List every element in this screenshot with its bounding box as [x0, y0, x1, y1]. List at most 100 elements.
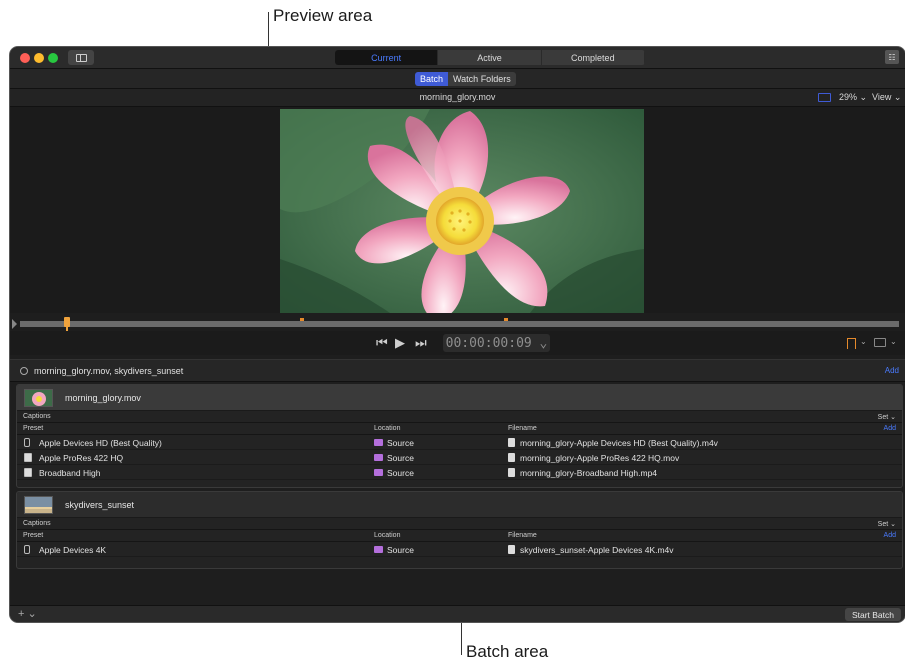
batch-group-header[interactable]: morning_glory.mov, skydivers_sunset Add [10, 360, 905, 382]
sidebar-toggle-button[interactable] [68, 50, 94, 65]
tab-completed[interactable]: Completed [542, 50, 645, 65]
captions-label: Captions [23, 520, 51, 527]
preset-name: Apple Devices 4K [39, 545, 107, 555]
inspector-toggle-icon: ☷ [888, 52, 896, 62]
apple-device-icon [24, 438, 30, 447]
output-filename[interactable]: morning_glory-Apple Devices HD (Best Qua… [520, 438, 718, 448]
scrubber-track[interactable] [20, 321, 899, 327]
play-icon[interactable]: ▶ [395, 336, 405, 350]
preset-name: Apple ProRes 422 HQ [39, 453, 124, 463]
output-row[interactable]: Apple Devices 4K Source skydivers_sunset… [17, 542, 902, 557]
sidebar-toggle-icon [75, 53, 87, 62]
prores-icon [24, 453, 32, 462]
tab-current[interactable]: Current [335, 50, 439, 65]
broadband-icon [24, 468, 32, 477]
marker-icon[interactable] [847, 338, 856, 349]
batch-group-title: morning_glory.mov, skydivers_sunset [34, 366, 184, 376]
output-row[interactable]: Apple ProRes 422 HQ Source morning_glory… [17, 450, 902, 465]
start-batch-button[interactable]: Start Batch [844, 608, 901, 621]
tab-active[interactable]: Active [438, 50, 542, 65]
view-tabs: Current Active Completed [335, 50, 645, 65]
job-name: skydivers_sunset [65, 500, 135, 510]
batch-area: morning_glory.mov, skydivers_sunset Add … [10, 359, 905, 605]
job-thumbnail [24, 389, 53, 407]
add-output-button[interactable]: Add [884, 532, 896, 539]
folder-icon [374, 454, 383, 461]
scrubber-start-icon [12, 319, 17, 329]
split-view-icon[interactable] [818, 93, 831, 102]
job-name: morning_glory.mov [65, 393, 141, 403]
add-output-button[interactable]: Add [884, 425, 896, 432]
callout-preview-area: Preview area [273, 6, 373, 25]
location-name[interactable]: Source [387, 545, 414, 555]
output-column-headers: Preset Location Filename Add [17, 423, 902, 435]
location-name[interactable]: Source [387, 468, 414, 478]
callout-batch-area: Batch area [466, 642, 549, 661]
add-job-button[interactable]: Add [885, 366, 899, 375]
minimize-window-button[interactable] [34, 53, 44, 63]
folder-icon [374, 439, 383, 446]
job-header[interactable]: morning_glory.mov [17, 385, 902, 411]
location-header: Location [374, 425, 401, 432]
location-header: Location [374, 532, 401, 539]
transport-controls: ⏮ ▶ ⏭ 00:00:00:09 ⌄ ⌄ ⌄ [10, 331, 905, 355]
preset-header: Preset [23, 425, 44, 432]
folder-icon [374, 469, 383, 476]
batch-mode-button[interactable]: Batch [415, 72, 449, 86]
compressor-window: Current Active Completed ☷ Batch Watch F… [10, 47, 905, 622]
output-row[interactable]: Broadband High Source morning_glory-Broa… [17, 465, 902, 480]
file-icon [508, 453, 515, 462]
display-icon[interactable] [874, 338, 886, 347]
location-name[interactable]: Source [387, 453, 414, 463]
job-thumbnail [24, 496, 53, 514]
mode-bar: Batch Watch Folders [10, 69, 905, 89]
filename-header: Filename [508, 425, 537, 432]
output-row[interactable]: Apple Devices HD (Best Quality) Source m… [17, 435, 902, 450]
captions-set-menu[interactable]: Set ⌄ [878, 413, 896, 421]
zoom-menu[interactable]: 29% ⌄ [839, 92, 867, 103]
preset-name: Broadband High [39, 468, 101, 478]
preview-area [10, 107, 905, 313]
folder-icon [374, 546, 383, 553]
view-menu[interactable]: View ⌄ [872, 92, 901, 103]
inspector-toggle-button[interactable]: ☷ [885, 50, 899, 64]
previous-frame-icon[interactable]: ⏮ [376, 336, 388, 350]
zoom-window-button[interactable] [48, 53, 58, 63]
job-header[interactable]: skydivers_sunset [17, 492, 902, 518]
location-name[interactable]: Source [387, 438, 414, 448]
filename-header: Filename [508, 532, 537, 539]
apple-device-icon [24, 545, 30, 554]
close-window-button[interactable] [20, 53, 30, 63]
file-icon [508, 468, 515, 477]
add-menu-button[interactable]: + ⌄ [18, 607, 37, 620]
job-morning-glory[interactable]: morning_glory.mov Captions Set ⌄ Preset … [16, 384, 903, 488]
captions-row: Captions Set ⌄ [17, 411, 902, 423]
lotus-flower-image [280, 109, 644, 313]
video-preview [280, 109, 644, 313]
timecode-display[interactable]: 00:00:00:09 ⌄ [443, 334, 550, 352]
output-filename[interactable]: morning_glory-Broadband High.mp4 [520, 468, 657, 478]
output-filename[interactable]: skydivers_sunset-Apple Devices 4K.m4v [520, 545, 674, 555]
output-column-headers: Preset Location Filename Add [17, 530, 902, 542]
chapter-marker[interactable] [300, 318, 304, 321]
marker-menu-chevron-icon[interactable]: ⌄ [860, 337, 867, 346]
captions-row: Captions Set ⌄ [17, 518, 902, 530]
output-filename[interactable]: morning_glory-Apple ProRes 422 HQ.mov [520, 453, 679, 463]
batch-icon [20, 367, 28, 375]
timeline-scrubber[interactable] [10, 317, 905, 331]
preset-header: Preset [23, 532, 44, 539]
file-icon [508, 545, 515, 554]
bottom-bar: + ⌄ Start Batch [10, 605, 905, 622]
file-icon [508, 438, 515, 447]
chapter-marker[interactable] [504, 318, 508, 321]
preset-name: Apple Devices HD (Best Quality) [39, 438, 162, 448]
display-menu-chevron-icon[interactable]: ⌄ [890, 337, 897, 346]
watch-folders-button[interactable]: Watch Folders [448, 72, 516, 86]
next-frame-icon[interactable]: ⏭ [415, 336, 427, 350]
captions-set-menu[interactable]: Set ⌄ [878, 520, 896, 528]
job-skydivers-sunset[interactable]: skydivers_sunset Captions Set ⌄ Preset L… [16, 491, 903, 569]
captions-label: Captions [23, 413, 51, 420]
preview-header: morning_glory.mov 29% ⌄ View ⌄ [10, 89, 905, 107]
title-bar: Current Active Completed ☷ [10, 47, 905, 69]
preview-filename: morning_glory.mov [419, 92, 496, 102]
